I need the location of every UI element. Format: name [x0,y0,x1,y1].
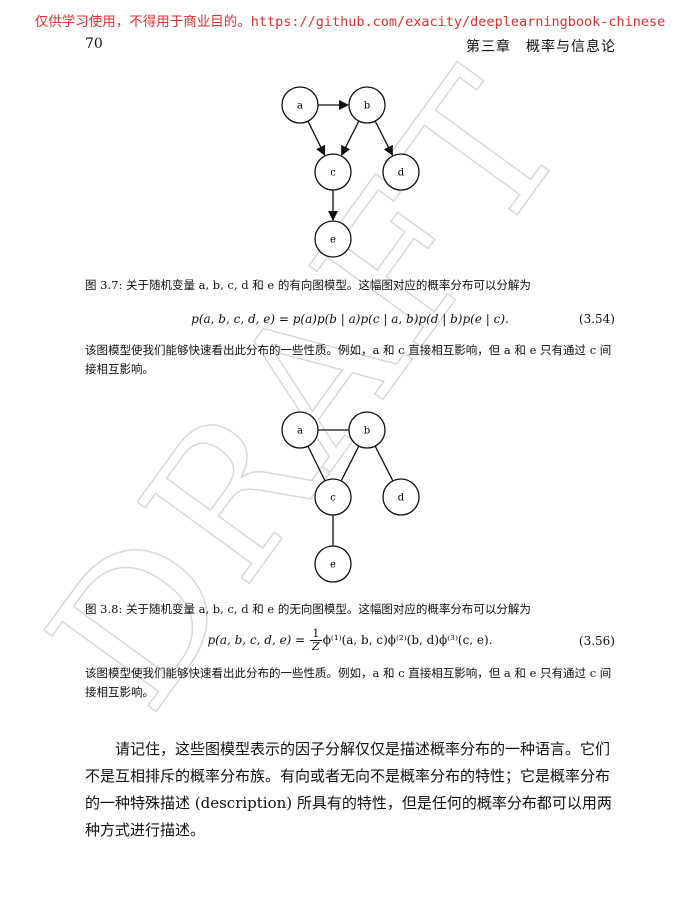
node-label: a [297,101,303,112]
node-label: d [398,168,405,179]
chapter-title: 第三章 概率与信息论 [466,39,616,55]
node-label: b [364,426,370,437]
node-label: c [330,493,336,504]
node-label: e [330,560,336,571]
paragraph-directed: 该图模型使我们能够快速看出此分布的一些性质。例如，a 和 c 直接相互影响，但 … [85,343,612,376]
node-label: b [364,101,370,112]
edge-b-c [340,445,360,482]
edge-b-c [341,120,360,156]
watermark-text: 仅供学习使用，不得用于商业目的。https://github.com/exaci… [34,14,666,30]
node-d: d [382,478,420,516]
edge-b-d [374,445,394,482]
node-label: c [330,168,336,179]
node-c: c [314,153,352,191]
edge-a-c [307,120,326,156]
node-e: e [314,545,352,583]
node-c: c [314,478,352,516]
equation-3-54: p(a, b, c, d, e) = p(a)p(b | a)p(c | a, … [85,306,615,334]
body-paragraph: 请记住，这些图模型表示的因子分解仅仅是描述概率分布的一种语言。它们不是互相排斥的… [85,740,612,839]
fraction-denominator: Z [312,640,320,653]
equation-3-54-body: p(a, b, c, d, e) = p(a)p(b | a)p(c | a, … [191,312,509,326]
node-label: d [398,493,405,504]
page-number: 70 [85,36,103,52]
node-a: a [281,411,319,449]
node-label: a [297,426,303,437]
undirected-graph: a b c d e [281,411,420,583]
equation-3-54-number: (3.54) [578,312,615,326]
node-b: b [348,411,386,449]
node-d: d [382,153,420,191]
edge-b-d [374,120,393,156]
equation-3-56-fraction: 1Z [310,628,322,653]
equation-3-56-body: p(a, b, c, d, e) = 1 Zϕ⁽¹⁾(a, b, c)ϕ⁽²⁾(b… [85,628,615,653]
edge-a-c [307,445,326,482]
figure-caption-3-7: 图 3.7: 关于随机变量 a, b, c, d 和 e 的有向图模型。这幅图对… [85,278,531,292]
paragraph-undirected: 该图模型使我们能够快速看出此分布的一些性质。例如，a 和 c 直接相互影响，但 … [85,666,612,699]
node-label: e [330,235,336,246]
figure-caption-3-8: 图 3.8: 关于随机变量 a, b, c, d 和 e 的无向图模型。这幅图对… [85,602,531,616]
directed-graph: a b c d e [281,86,420,258]
equation-3-56-lhs: p(a, b, c, d, e) = [207,633,310,647]
equation-3-56: p(a, b, c, d, e) = 1 Zϕ⁽¹⁾(a, b, c)ϕ⁽²⁾(b… [85,624,615,660]
node-b: b [348,86,386,124]
equation-3-56-rhs: ϕ⁽¹⁾(a, b, c)ϕ⁽²⁾(b, d)ϕ⁽³⁾(c, e). [322,633,493,647]
directed-graph-figure: a b c d e [270,75,440,265]
undirected-graph-figure: a b c d e [270,400,440,590]
node-a: a [281,86,319,124]
equation-3-56-number: (3.56) [578,634,615,648]
node-e: e [314,220,352,258]
